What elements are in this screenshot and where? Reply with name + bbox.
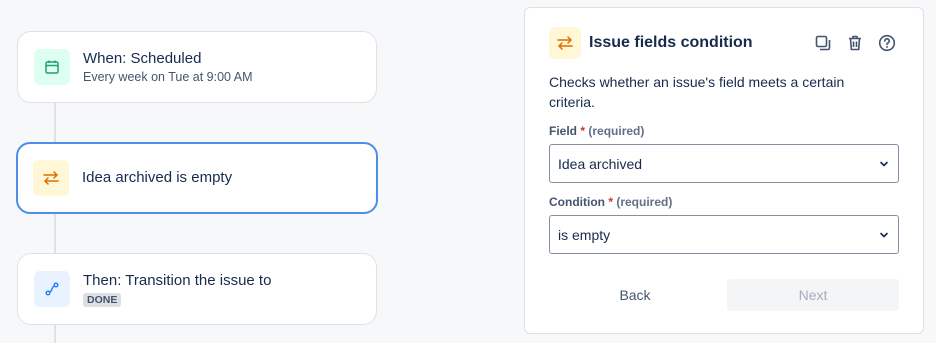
help-icon <box>878 34 896 52</box>
status-lozenge: DONE <box>83 292 122 307</box>
trigger-card[interactable]: When: Scheduled Every week on Tue at 9:0… <box>17 31 377 103</box>
transition-icon <box>34 271 70 307</box>
condition-config-panel: Issue fields condition Checks whether an… <box>524 7 924 334</box>
swap-arrows-icon <box>549 27 581 59</box>
help-button[interactable] <box>875 31 899 55</box>
panel-header: Issue fields condition <box>549 27 899 59</box>
field-label-text: Field <box>549 124 578 138</box>
field-label: Field * (required) <box>549 124 644 138</box>
flow-connector <box>54 325 56 343</box>
delete-button[interactable] <box>843 31 867 55</box>
required-note: (required) <box>616 195 673 209</box>
chevron-down-icon <box>880 232 888 237</box>
required-mark: * <box>608 195 613 209</box>
condition-select-value: is empty <box>558 226 611 243</box>
action-card[interactable]: Then: Transition the issue to DONE <box>17 253 377 325</box>
trigger-subtitle: Every week on Tue at 9:00 AM <box>83 70 253 84</box>
chevron-down-icon <box>880 161 888 166</box>
trash-icon <box>849 35 861 51</box>
calendar-icon <box>34 49 70 85</box>
action-title: Then: Transition the issue to <box>83 271 272 289</box>
panel-title: Issue fields condition <box>589 34 753 51</box>
flow-connector <box>54 214 56 254</box>
duplicate-button[interactable] <box>811 31 835 55</box>
panel-description: Checks whether an issue's field meets a … <box>549 74 845 110</box>
required-mark: * <box>580 124 586 138</box>
condition-title: Idea archived is empty <box>82 169 233 186</box>
trigger-title: When: Scheduled <box>83 50 202 67</box>
swap-arrows-icon <box>33 160 69 196</box>
required-note: (required) <box>588 124 645 138</box>
condition-label: Condition * (required) <box>549 195 672 209</box>
back-button[interactable]: Back <box>549 279 721 311</box>
condition-card[interactable]: Idea archived is empty <box>16 142 378 214</box>
flow-connector <box>54 103 56 143</box>
next-button[interactable]: Next <box>727 279 899 311</box>
duplicate-icon <box>815 35 831 51</box>
field-select[interactable]: Idea archived <box>549 144 899 183</box>
condition-select[interactable]: is empty <box>549 215 899 254</box>
field-select-value: Idea archived <box>558 155 643 172</box>
condition-label-text: Condition <box>549 195 605 209</box>
